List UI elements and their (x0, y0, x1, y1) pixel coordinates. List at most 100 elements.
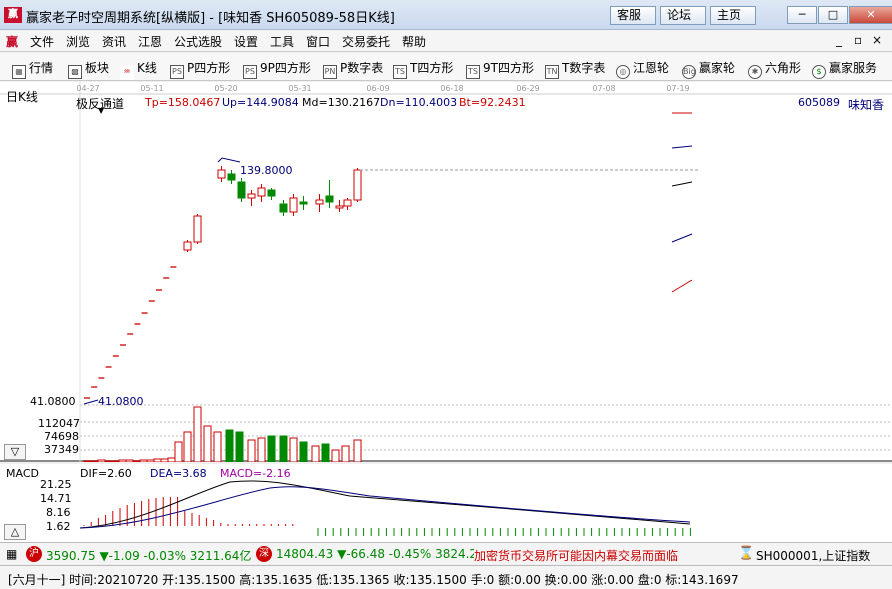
bar-info-text: [六月十一] 时间:20210720 开:135.1500 高:135.1635… (8, 573, 739, 587)
candle-body (343, 199, 352, 207)
mdi-minimize-button[interactable]: _ (836, 33, 842, 47)
indicator-dropdown-icon[interactable]: ▼ (98, 106, 104, 115)
current-index[interactable]: SH000001,上证指数 (756, 547, 870, 564)
tool-quotes-label: 行情 (29, 61, 54, 75)
9t-square-icon: TS (466, 65, 480, 79)
volume-bar (118, 459, 127, 462)
tool-t-number-table[interactable]: TN T数字表 (545, 59, 605, 79)
tool-winner-wheel-label: 赢家轮 (699, 61, 736, 75)
volume-bar (225, 429, 234, 462)
tool-p-square-label: P四方形 (187, 61, 231, 75)
dn-marker (671, 233, 693, 243)
tool-sectors-label: 板块 (85, 61, 110, 75)
tool-winner-service[interactable]: $ 赢家服务 (812, 59, 877, 79)
minimize-button[interactable]: ─ (787, 6, 817, 24)
tp-value: Tp=158.0467 (145, 96, 221, 109)
volume-bar (331, 449, 340, 462)
volume-bar (267, 435, 276, 462)
gann-wheel-icon: ◎ (616, 65, 630, 79)
menu-trade[interactable]: 交易委托 (342, 33, 390, 50)
candle-body (247, 193, 256, 199)
menu-settings[interactable]: 设置 (234, 33, 258, 50)
candle-body (299, 201, 308, 205)
high-marker (217, 157, 241, 163)
menu-browse[interactable]: 浏览 (66, 33, 90, 50)
candle-body (193, 215, 202, 243)
tool-p-number-label: P数字表 (340, 61, 384, 75)
macd-axis-4: 1.62 (46, 520, 71, 533)
volume-bar (160, 458, 169, 462)
dea-line (79, 486, 691, 529)
menu-formula-select[interactable]: 公式选股 (174, 33, 222, 50)
macd-scroll-up-button[interactable]: △ (4, 524, 26, 540)
bt-value: Bt=92.2431 (459, 96, 526, 109)
date-label: 05-31 (288, 84, 311, 93)
low-axis-label: 41.0800 (30, 395, 76, 408)
volume-axis-label-2: 74698 (44, 430, 79, 443)
sectors-icon: ▩ (68, 65, 82, 79)
volume-bar (83, 460, 92, 462)
sh-index-text: 3590.75 ▼-1.09 -0.03% 3211.64亿 (46, 549, 252, 563)
volume-bar (247, 439, 256, 462)
tool-hexagon[interactable]: ✱ 六角形 (748, 59, 801, 79)
volume-bar (174, 441, 183, 462)
date-label: 04-27 (76, 84, 99, 93)
forum-button[interactable]: 论坛 (660, 6, 706, 25)
volume-axis-label-1: 112047 (38, 417, 80, 430)
tool-9p-square[interactable]: PS 9P四方形 (243, 59, 311, 79)
candle-body (227, 173, 236, 181)
menu-help[interactable]: 帮助 (402, 33, 426, 50)
volume-bar (183, 431, 192, 462)
homepage-button[interactable]: 主页 (710, 6, 756, 25)
macd-axis-1: 21.25 (40, 478, 72, 491)
period-label: 日K线 (6, 90, 38, 104)
customer-service-button[interactable]: 客服 (610, 6, 656, 25)
tool-gann-wheel[interactable]: ◎ 江恩轮 (616, 59, 669, 79)
app-logo-icon: 赢 (4, 7, 22, 23)
tool-kline-label: K线 (137, 61, 157, 75)
volume-axis-label-3: 37349 (44, 443, 79, 456)
volume-bar (203, 425, 212, 462)
tool-quotes[interactable]: ▦ 行情 (12, 59, 53, 79)
menu-tools[interactable]: 工具 (270, 33, 294, 50)
volume-bars (83, 406, 362, 462)
tool-9t-square[interactable]: TS 9T四方形 (466, 59, 534, 79)
menu-file[interactable]: 文件 (30, 33, 54, 50)
date-label: 06-09 (366, 84, 389, 93)
tool-p-number-table[interactable]: PN P数字表 (323, 59, 383, 79)
macd-value: MACD=-2.16 (220, 467, 291, 480)
tool-p-square[interactable]: PS P四方形 (170, 59, 230, 79)
date-label: 06-29 (516, 84, 539, 93)
menu-gann[interactable]: 江恩 (138, 33, 162, 50)
maximize-button[interactable]: □ (818, 6, 848, 24)
kline-chart-panel[interactable]: 04-27 05-11 05-20 05-31 06-09 06-18 06-29 07-08… (0, 82, 892, 462)
volume-bar (193, 406, 202, 462)
chart-scroll-down-button[interactable]: ▽ (4, 444, 26, 460)
volume-bar (139, 459, 148, 462)
volume-bar (321, 443, 330, 462)
menu-info[interactable]: 资讯 (102, 33, 126, 50)
tool-sectors[interactable]: ▩ 板块 (68, 59, 109, 79)
volume-bar (311, 445, 320, 462)
window-title: 赢家老子时空周期系统[纵横版] - [味知香 SH605089-58日K线] (26, 11, 395, 26)
tool-kline[interactable]: ♒ K线 (120, 59, 157, 80)
dif-line (79, 480, 691, 529)
menu-window[interactable]: 窗口 (306, 33, 330, 50)
volume-bar (341, 445, 350, 462)
candle-body (257, 187, 266, 197)
mdi-close-button[interactable]: × (872, 33, 882, 47)
candle-body (315, 199, 324, 205)
volume-bar (257, 437, 266, 462)
tool-t-square[interactable]: TS T四方形 (393, 59, 453, 79)
t-square-icon: TS (393, 65, 407, 79)
news-ticker[interactable]: 加密货币交易所可能因内幕交易而面临 (474, 547, 730, 564)
volume-bar (97, 459, 106, 462)
mdi-restore-button[interactable]: ▫ (854, 33, 862, 47)
volume-bar (235, 431, 244, 462)
index-grid-icon[interactable]: ▦ (6, 547, 17, 561)
close-button[interactable]: ✕ (849, 6, 892, 24)
tool-winner-wheel[interactable]: Big 赢家轮 (682, 59, 735, 79)
title-bar: 赢 赢家老子时空周期系统[纵横版] - [味知香 SH605089-58日K线]… (0, 0, 892, 30)
up-value: Up=144.9084 (222, 96, 299, 109)
macd-panel[interactable]: MACD DIF=2.60 DEA=3.68 MACD=-2.16 21.25 … (0, 464, 892, 542)
